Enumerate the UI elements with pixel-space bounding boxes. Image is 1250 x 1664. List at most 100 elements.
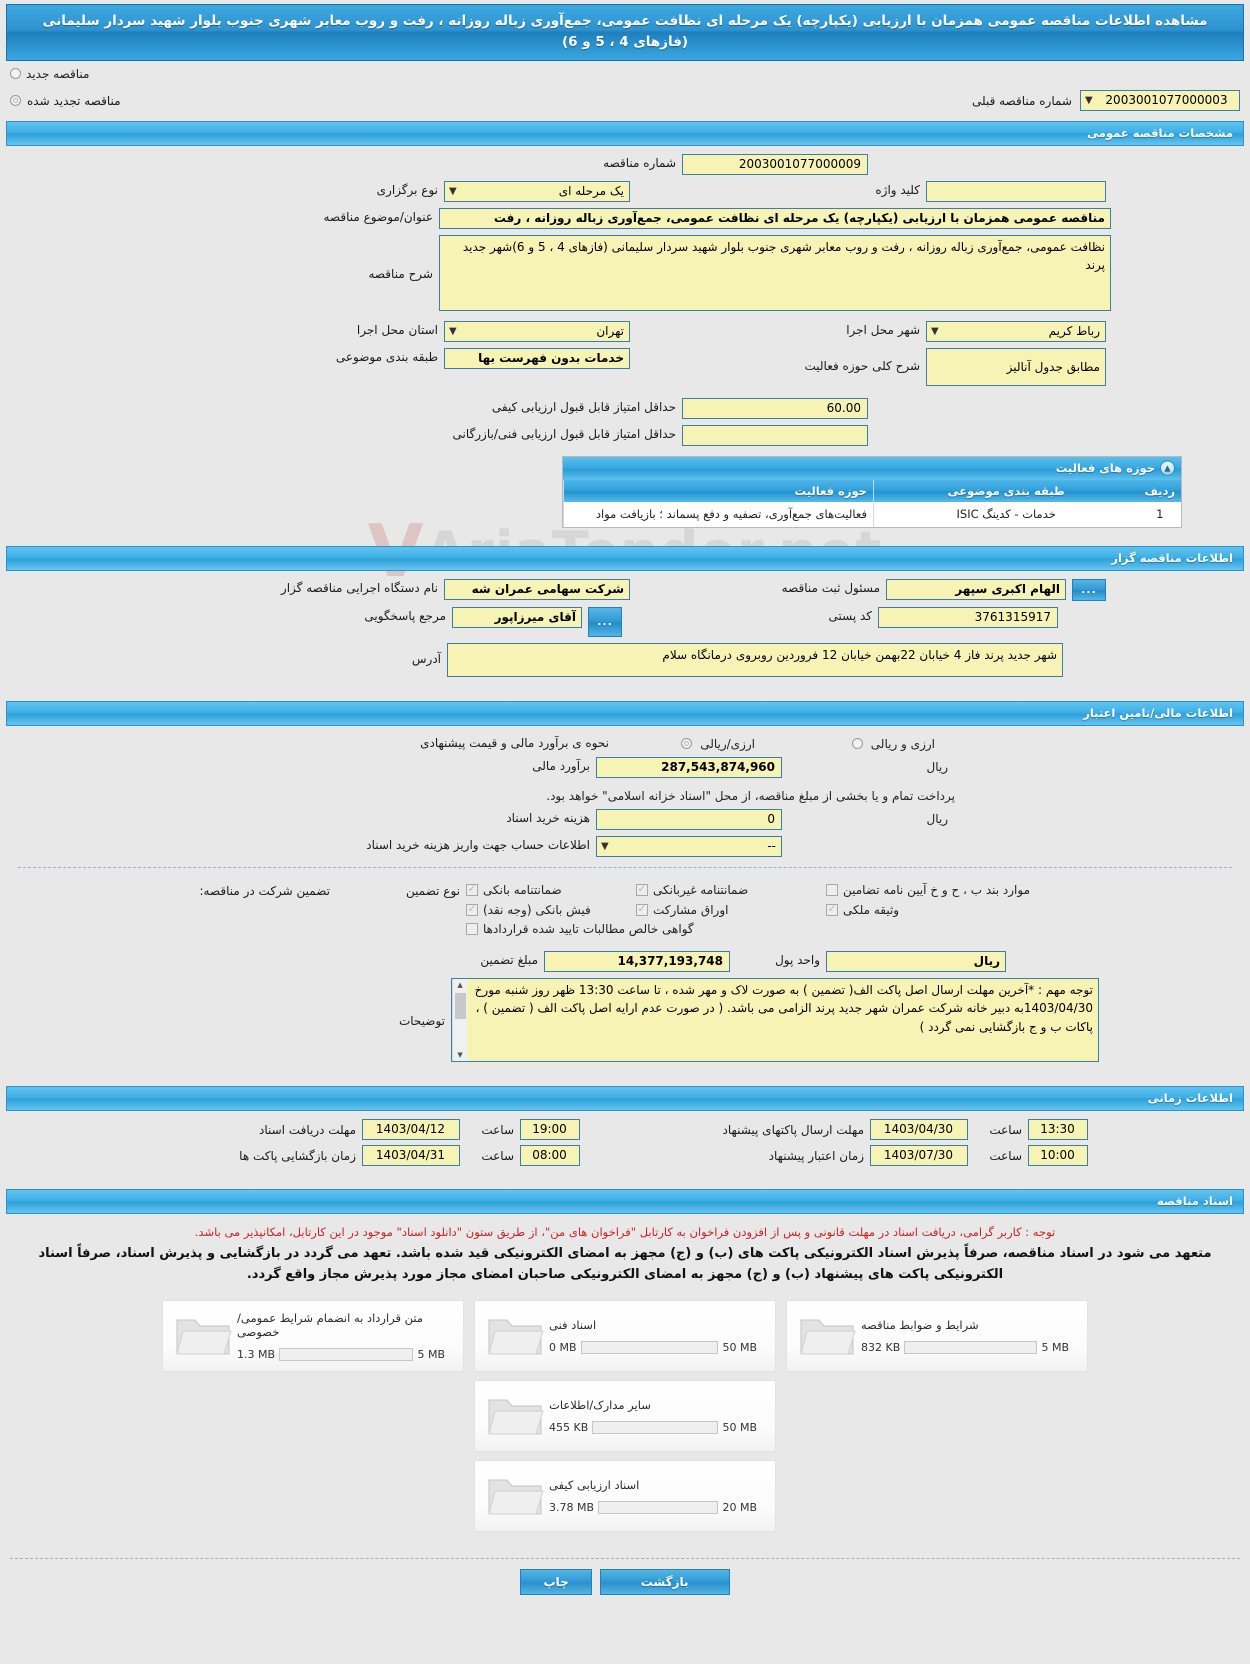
min-qualitative-field[interactable]: 60.00 — [682, 397, 868, 419]
file-card-technical[interactable]: اسناد فنی 0 MB 50 MB — [474, 1299, 776, 1372]
doc-receive-date-field[interactable]: 1403/04/12 — [362, 1118, 460, 1140]
previous-tender-number-value: 2003001077000003 — [1105, 92, 1228, 107]
guarantee-notes-wrap: توجه مهم : *آخرین مهلت ارسال اصل پاکت ال… — [451, 977, 1099, 1062]
guarantee-row-1: موارد بند ب ، ح و خ آیین نامه تضامین ضما… — [20, 882, 1230, 898]
postal-code-field[interactable]: 3761315917 — [878, 606, 1058, 628]
activity-summary-label: شرح کلی حوزه فعالیت — [804, 358, 921, 373]
classification-field[interactable]: خدمات بدون فهرست بها — [444, 347, 630, 369]
option-foreign-and-rial-wrap[interactable]: ارزی و ریالی — [755, 734, 935, 751]
guarantee-currency-field[interactable]: ریال — [826, 950, 1006, 972]
file-progress: 3.78 MB 20 MB — [549, 1500, 757, 1514]
min-technical-field[interactable] — [682, 424, 868, 446]
file-progress: 832 KB 5 MB — [861, 1340, 1069, 1354]
contact-field[interactable]: آقای میرزاپور — [452, 606, 582, 628]
checkbox-icon[interactable] — [466, 902, 478, 916]
table-header-row: ردیف طبقه بندی موضوعی حوزه فعالیت — [563, 479, 1181, 502]
checkbox-icon[interactable] — [636, 882, 648, 896]
scroll-up-icon[interactable]: ▲ — [457, 979, 462, 991]
address-field[interactable]: شهر جدید پرند فاز 4 خیابان 22بهمن خیابان… — [447, 642, 1063, 677]
guarantee-notes-field[interactable]: توجه مهم : *آخرین مهلت ارسال اصل پاکت ال… — [451, 977, 1099, 1062]
registrar-label: مسئول ثبت مناقصه — [781, 580, 880, 595]
notes-scrollbar[interactable]: ▲ ▼ — [452, 978, 467, 1061]
contact-more-button[interactable]: ... — [588, 606, 622, 637]
envelope-open-time-field[interactable]: 08:00 — [520, 1144, 580, 1166]
guarantee-option-bonds[interactable]: اوراق مشارکت — [636, 902, 826, 917]
checkbox-icon[interactable] — [826, 902, 838, 916]
file-card-other[interactable]: سایر مدارک/اطلاعات 455 KB 50 MB — [474, 1379, 776, 1452]
folder-icon — [173, 1310, 235, 1362]
registrar-field[interactable]: الهام اکبری سپهر — [886, 578, 1066, 600]
checkbox-icon[interactable] — [466, 922, 478, 935]
file-limit: 5 MB — [1041, 1340, 1069, 1354]
print-button[interactable]: چاپ — [520, 1568, 592, 1595]
file-card-terms[interactable]: شرایط و ضوابط مناقصه 832 KB 5 MB — [786, 1299, 1088, 1372]
scroll-down-icon[interactable]: ▼ — [457, 1049, 462, 1061]
guarantee-option-bank[interactable]: ضمانتنامه بانکی — [466, 882, 636, 897]
row-description: نظافت عمومی، جمع‌آوری زباله روزانه ، رفت… — [10, 234, 1240, 311]
row-tender-number: 2003001077000009 شماره مناقصه — [10, 153, 1240, 175]
radio-renewed-tender[interactable] — [10, 94, 21, 106]
tender-number-field[interactable]: 2003001077000009 — [682, 153, 868, 175]
guarantee-amount-field[interactable]: 14,377,193,748 — [544, 950, 730, 972]
proposal-validity-time-field[interactable]: 10:00 — [1028, 1144, 1088, 1166]
file-card-qualitative[interactable]: اسناد ارزیابی کیفی 3.78 MB 20 MB — [474, 1459, 776, 1532]
guarantee-currency-label: واحد پول — [775, 952, 820, 967]
estimate-field[interactable]: 287,543,874,960 — [596, 756, 782, 778]
activity-summary-field[interactable]: مطابق جدول آنالیز — [926, 347, 1106, 386]
registrar-more-button[interactable]: ... — [1072, 578, 1106, 601]
agency-field[interactable]: شرکت سهامی عمران شه — [444, 578, 630, 600]
chevron-down-icon: ▼ — [931, 325, 939, 337]
guarantee-option-bandb[interactable]: موارد بند ب ، ح و خ آیین نامه تضامین — [826, 883, 1094, 897]
collapse-icon[interactable]: ▲ — [1160, 460, 1175, 476]
guarantee-option-nonbank-label: ضمانتنامه غیربانکی — [653, 882, 749, 897]
row-contact: 3761315917 کد پستی ... آقای میرزاپور مرج… — [10, 606, 1240, 637]
row-estimate: ریال 287,543,874,960 برآورد مالی — [10, 756, 1240, 778]
doc-cost-field[interactable]: 0 — [596, 808, 782, 830]
subject-label: عنوان/موضوع مناقصه — [323, 209, 433, 224]
subject-field[interactable]: مناقصه عمومی همزمان با ارزیابی (یکپارچه)… — [439, 207, 1111, 229]
proposal-submit-date-field[interactable]: 1403/04/30 — [870, 1118, 968, 1140]
file-card-body: متن قرارداد به انضمام شرایط عمومی/خصوصی … — [235, 1311, 453, 1361]
file-limit: 50 MB — [722, 1420, 757, 1434]
city-select[interactable]: ▼ رباط کریم — [926, 320, 1106, 342]
account-info-select[interactable]: ▼ -- — [596, 835, 782, 857]
finance-body: ارزی و ریالی ارزی/ریالی نحوه ی برآورد ما… — [0, 726, 1250, 1078]
guarantee-option-cash[interactable]: فیش بانکی (وجه نقد) — [466, 902, 636, 917]
organizer-body: ... الهام اکبری سپهر مسئول ثبت مناقصه شر… — [0, 571, 1250, 693]
city-label: شهر محل اجرا — [846, 322, 920, 337]
file-title: متن قرارداد به انضمام شرایط عمومی/خصوصی — [237, 1310, 424, 1339]
back-button[interactable]: بازگشت — [599, 1568, 730, 1595]
checkbox-icon[interactable] — [826, 883, 838, 896]
keyword-field[interactable] — [926, 180, 1106, 202]
doc-receive-time-field[interactable]: 19:00 — [520, 1118, 580, 1140]
checkbox-icon[interactable] — [636, 902, 648, 916]
proposal-validity-label: زمان اعتبار پیشنهاد — [768, 1149, 864, 1164]
guarantee-option-receivables[interactable]: گواهی خالص مطالبات تایید شده قراردادها — [466, 922, 826, 936]
activity-areas-wrapper: ▲ حوزه های فعالیت ردیف طبقه بندی موضوعی … — [10, 455, 1240, 528]
envelope-open-date-field[interactable]: 1403/04/31 — [362, 1144, 460, 1166]
scrollbar-thumb[interactable] — [455, 992, 466, 1019]
proposal-submit-time-field[interactable]: 13:30 — [1028, 1118, 1088, 1140]
checkbox-icon[interactable] — [466, 882, 478, 896]
file-card-contract[interactable]: متن قرارداد به انضمام شرایط عمومی/خصوصی … — [162, 1299, 464, 1372]
radio-foreign-and-rial[interactable] — [851, 737, 863, 749]
province-label: استان محل اجرا — [356, 322, 438, 337]
radio-new-tender[interactable]: مناقصه جدید — [10, 67, 1240, 81]
guarantee-option-nonbank[interactable]: ضمانتنامه غیربانکی — [636, 882, 826, 897]
proposal-validity-date-field[interactable]: 1403/07/30 — [870, 1144, 968, 1166]
radio-foreign-rial[interactable] — [681, 737, 693, 749]
description-field[interactable]: نظافت عمومی، جمع‌آوری زباله روزانه ، رفت… — [439, 234, 1111, 311]
guarantee-option-bandb-label: موارد بند ب ، ح و خ آیین نامه تضامین — [843, 882, 1031, 897]
guarantee-option-property[interactable]: وثیقه ملکی — [826, 902, 1094, 917]
holding-type-select[interactable]: ▼ یک مرحله ای — [444, 180, 630, 202]
page-title: مشاهده اطلاعات مناقصه عمومی همزمان با ار… — [6, 4, 1244, 61]
province-select[interactable]: ▼ تهران — [444, 320, 630, 342]
radio-button-icon[interactable] — [10, 68, 21, 80]
option-foreign-rial-wrap[interactable]: ارزی/ریالی — [615, 734, 755, 751]
agency-label: نام دستگاه اجرایی مناقصه گزار — [280, 580, 438, 595]
previous-tender-number-select[interactable]: ▼ 2003001077000003 — [1080, 89, 1240, 111]
table-row: 1 خدمات - کدینگ ISIC فعالیت‌های جمع‌آوری… — [563, 501, 1181, 527]
column-header-category: طبقه بندی موضوعی — [872, 479, 1139, 502]
documents-body: توجه : کاربر گرامی، دریافت اسناد در مهلت… — [0, 1214, 1250, 1546]
row-min-qualitative: 60.00 حداقل امتیاز قابل قبول ارزیابی کیف… — [10, 397, 1240, 419]
